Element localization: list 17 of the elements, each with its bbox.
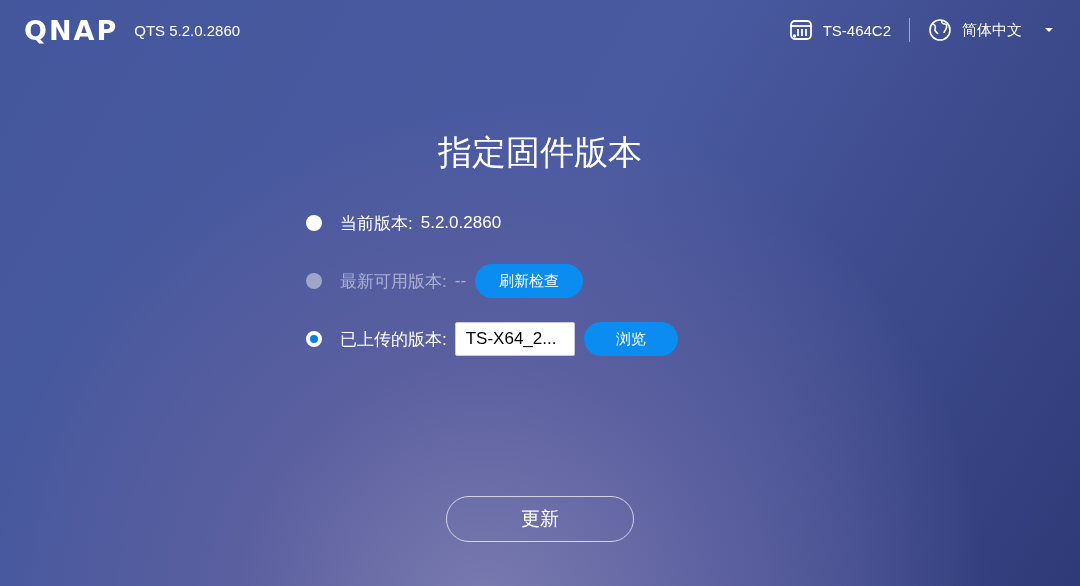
- radio-button[interactable]: [306, 331, 322, 347]
- qnap-logo: QNAP: [24, 14, 119, 46]
- option-label: 已上传的版本:: [340, 328, 447, 351]
- browse-button[interactable]: 浏览: [583, 322, 678, 356]
- version-value: 5.2.0.2860: [420, 213, 502, 233]
- file-field[interactable]: TS-X64_2...: [454, 322, 575, 356]
- device-name: TS-464C2: [822, 21, 891, 39]
- option-label: 最新可用版本:: [340, 270, 447, 293]
- page-title: 指定固件版本: [438, 132, 642, 173]
- os-version: QTS 5.2.0.2860: [134, 21, 241, 39]
- caret-icon: [1044, 27, 1054, 33]
- nas-icon: [788, 18, 813, 42]
- language-selector[interactable]: 简体中文: [928, 18, 1054, 42]
- version-value: --: [454, 271, 467, 291]
- option-label: 当前版本:: [340, 212, 413, 235]
- globe-icon: [928, 18, 952, 42]
- radio-button[interactable]: [306, 215, 322, 231]
